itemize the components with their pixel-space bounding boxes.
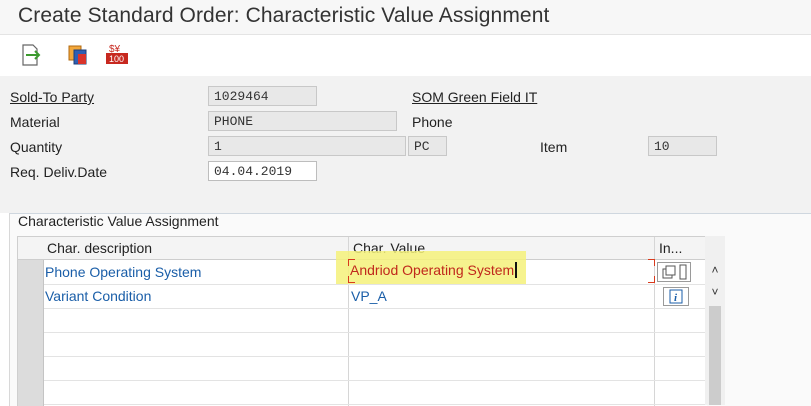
table-row[interactable]	[44, 380, 707, 405]
row-char-description[interactable]: Variant Condition	[45, 288, 151, 304]
scroll-down-button[interactable]: ˅	[705, 282, 725, 302]
exit-icon	[22, 44, 41, 66]
price-icon: $¥ 100	[106, 44, 128, 64]
item-field[interactable]: 10	[648, 136, 717, 156]
scroll-thumb[interactable]	[709, 306, 721, 405]
chevron-down-icon: ˅	[711, 285, 719, 299]
focus-corner	[648, 276, 655, 283]
material-field[interactable]: PHONE	[208, 111, 397, 131]
value-help-button[interactable]	[657, 262, 691, 282]
material-label: Material	[10, 114, 60, 130]
copy-icon	[68, 45, 87, 65]
row-selector-column[interactable]	[18, 237, 44, 406]
info-button[interactable]: i	[663, 287, 689, 306]
section-title: Characteristic Value Assignment	[18, 213, 219, 229]
sold-to-description[interactable]: SOM Green Field IT	[412, 89, 537, 105]
table-row[interactable]: Variant Condition VP_A	[44, 284, 707, 309]
col-info[interactable]: In...	[659, 240, 682, 256]
sold-to-field[interactable]: 1029464	[208, 86, 317, 106]
material-description: Phone	[412, 114, 453, 130]
chevron-up-icon: ˄	[711, 263, 719, 277]
sold-to-label[interactable]: Sold-To Party	[10, 89, 94, 105]
row-char-description[interactable]: Phone Operating System	[45, 264, 201, 280]
title-bar: Create Standard Order: Characteristic Va…	[0, 0, 811, 35]
svg-text:100: 100	[109, 54, 124, 64]
table-row[interactable]	[44, 332, 707, 357]
item-label: Item	[540, 139, 568, 155]
info-icon: i	[669, 289, 683, 304]
quantity-field[interactable]: 1	[208, 136, 406, 156]
pricing-button[interactable]: $¥ 100	[104, 41, 132, 69]
scroll-up-button[interactable]: ˄	[705, 260, 725, 280]
col-char-description[interactable]: Char. description	[47, 240, 152, 256]
table-row[interactable]	[44, 308, 707, 333]
req-deliv-date-label: Req. Deliv.Date	[10, 164, 108, 180]
toolbar: $¥ 100	[0, 35, 811, 75]
char-value-input[interactable]: Andriod Operating System	[348, 259, 655, 283]
copy-values-button[interactable]	[64, 41, 92, 69]
window-title: Create Standard Order: Characteristic Va…	[18, 4, 550, 27]
table-row[interactable]	[44, 356, 707, 381]
req-deliv-date-field[interactable]: 04.04.2019	[208, 161, 317, 181]
focus-corner	[648, 259, 655, 266]
multiple-values-icon	[662, 264, 687, 280]
exit-button[interactable]	[17, 41, 45, 69]
quantity-label: Quantity	[10, 139, 63, 155]
char-value-text: Andriod Operating System	[350, 262, 518, 278]
row-char-value[interactable]: VP_A	[351, 288, 387, 304]
unit-field[interactable]: PC	[408, 136, 447, 156]
